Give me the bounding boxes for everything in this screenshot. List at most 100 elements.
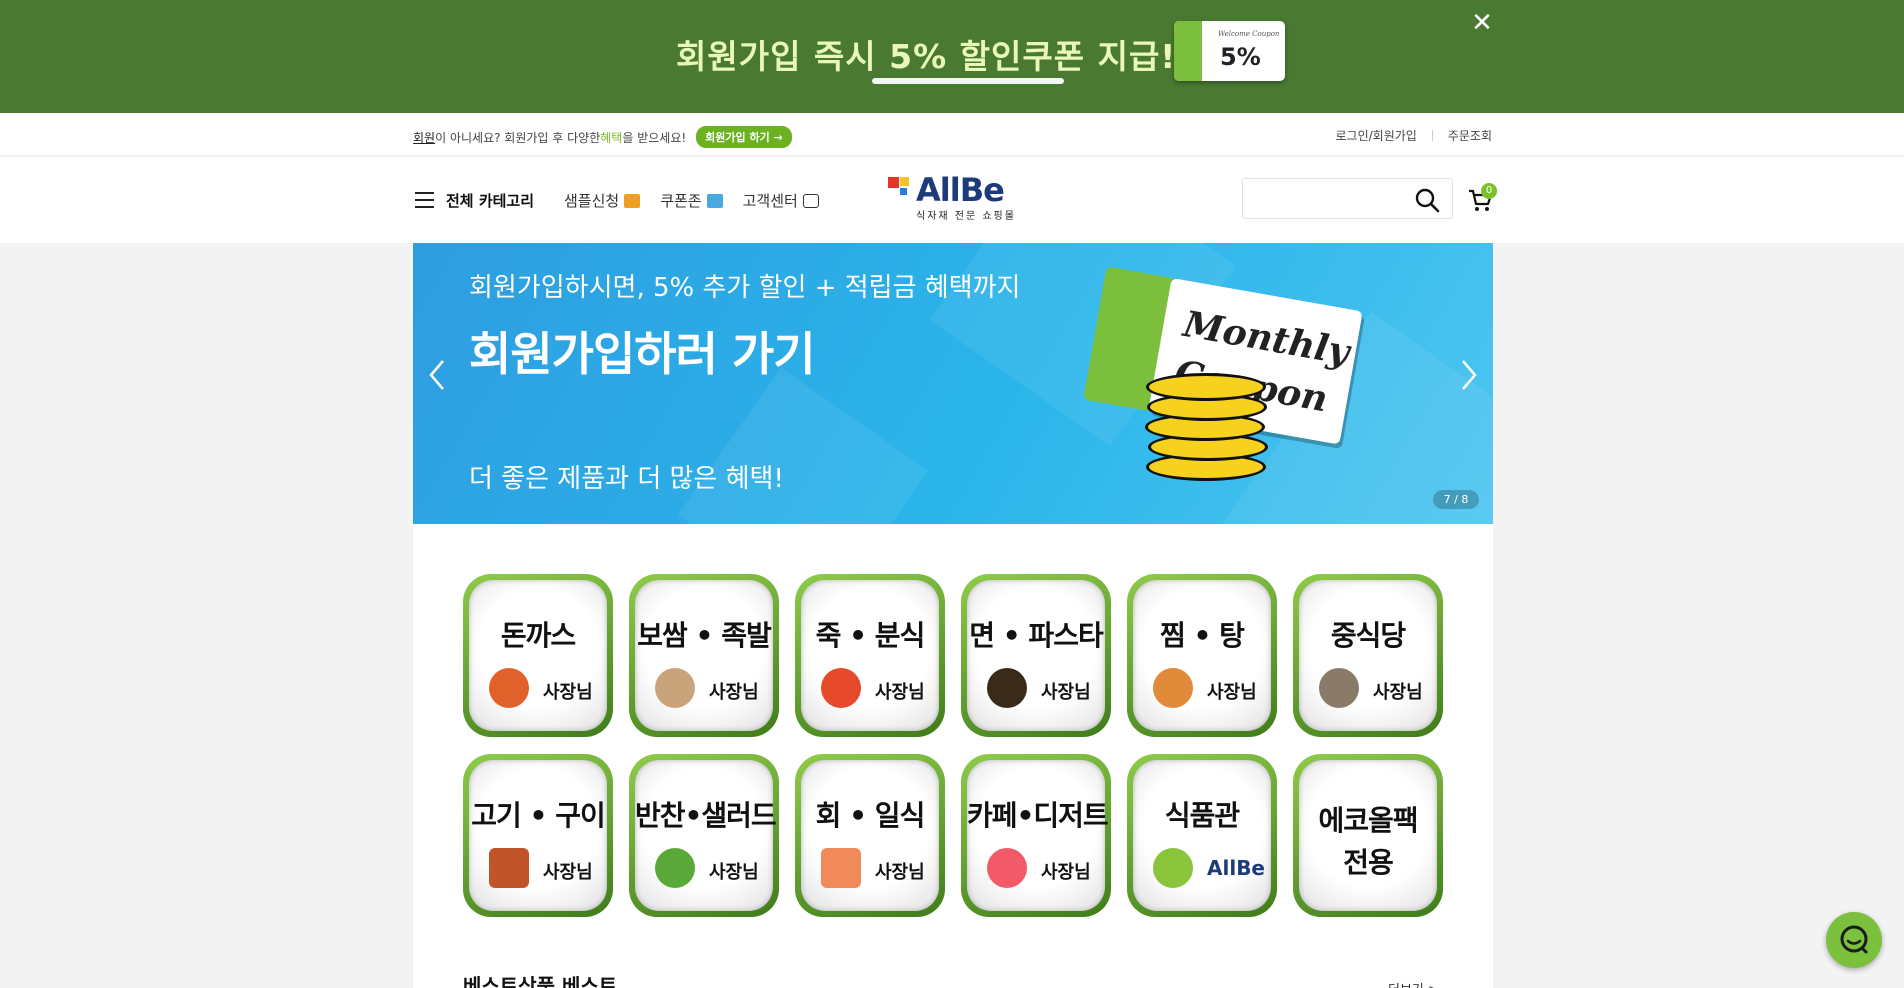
category-title-line: 전용 — [1343, 846, 1394, 879]
category-tile[interactable]: 돈까스 사장님 — [463, 574, 613, 737]
slide-counter: 7 / 8 — [1433, 490, 1479, 509]
search-icon[interactable] — [1414, 187, 1440, 213]
nav-label: 고객센터 — [742, 192, 798, 210]
more-link[interactable]: 더보기 > — [1388, 979, 1439, 988]
promo-text: 회원가입 즉시 5% 할인쿠폰 지급!!! — [676, 37, 1209, 76]
order-lookup-link[interactable]: 주문조회 — [1448, 127, 1492, 144]
category-sub: 사장님 — [875, 862, 925, 883]
category-title: 돈까스 — [500, 619, 576, 652]
category-sub: 사장님 — [709, 862, 759, 883]
food-icon — [655, 668, 695, 708]
chat-icon — [1840, 925, 1868, 954]
benefit-word: 혜택 — [600, 130, 623, 145]
close-icon[interactable]: ✕ — [1470, 10, 1494, 36]
login-link[interactable]: 로그인/회원가입 — [1336, 127, 1417, 144]
category-sub: 사장님 — [543, 682, 593, 703]
nav-label: 샘플신청 — [564, 192, 620, 210]
all-categories-button[interactable]: 전체 카테고리 — [446, 190, 534, 211]
category-title: 보쌈 • 족발 — [637, 619, 771, 652]
category-title: 고기 • 구이 — [471, 799, 605, 832]
category-tile[interactable]: 면 • 파스타 사장님 — [961, 574, 1111, 737]
logo-tagline: 식자재 전문 쇼핑몰 — [916, 211, 1016, 222]
promo-underline — [872, 78, 1064, 84]
food-icon — [1153, 668, 1193, 708]
notice-mid: 이 아니세요? 회원가입 후 다양한 — [435, 130, 601, 145]
category-grid: 돈까스 사장님 보쌈 • 족발 사장님 죽 • 분식 사장님 면 • 파스타 사… — [463, 574, 1443, 917]
category-tile[interactable]: 반찬•샐러드 사장님 — [629, 754, 779, 917]
category-title: 카페•디저트 — [967, 799, 1109, 832]
ticket-icon — [706, 193, 723, 208]
cart-count-badge: 0 — [1481, 183, 1497, 199]
chat-bubble-icon — [802, 193, 819, 208]
category-sub: 사장님 — [1373, 682, 1423, 703]
join-button[interactable]: 회원가입 하기 → — [696, 126, 792, 148]
category-title: 에코올팩 전용 — [1299, 800, 1437, 884]
site-logo[interactable]: AllBe 식자재 전문 쇼핑몰 — [888, 171, 1020, 223]
category-title: 죽 • 분식 — [815, 619, 926, 652]
nav-item-support[interactable]: 고객센터 — [743, 190, 819, 211]
category-sub: 사장님 — [1207, 682, 1257, 703]
category-sub: 사장님 — [709, 682, 759, 703]
category-tile[interactable]: 고기 • 구이 사장님 — [463, 754, 613, 917]
coupon-value: 5% — [1220, 43, 1261, 71]
main-header: 전체 카테고리 샘플신청 쿠폰존 고객센터 AllBe 식자재 전문 쇼핑몰 — [0, 157, 1904, 243]
main-nav: 샘플신청 쿠폰존 고객센터 — [564, 190, 819, 211]
gift-icon — [624, 193, 641, 208]
prev-arrow-icon[interactable] — [423, 355, 453, 395]
nav-item-coupon[interactable]: 쿠폰존 — [660, 190, 723, 211]
coupon-small-text: Welcome Coupon — [1218, 30, 1280, 38]
category-tile[interactable]: 회 • 일식 사장님 — [795, 754, 945, 917]
category-sub: 사장님 — [1041, 862, 1091, 883]
next-arrow-icon[interactable] — [1453, 355, 1483, 395]
search-box — [1242, 178, 1453, 219]
logo-mark — [900, 188, 907, 195]
category-title: 찜 • 탕 — [1160, 619, 1245, 652]
category-title: 회 • 일식 — [815, 799, 926, 832]
search-input[interactable] — [1251, 187, 1411, 211]
category-sub: 사장님 — [875, 682, 925, 703]
promo-banner[interactable]: 회원가입 즉시 5% 할인쿠폰 지급!!! Welcome Coupon 5% … — [0, 0, 1904, 113]
category-tile[interactable]: 죽 • 분식 사장님 — [795, 574, 945, 737]
food-icon — [655, 848, 695, 888]
category-sub: 사장님 — [543, 862, 593, 883]
coupon-stub — [1174, 21, 1202, 81]
food-icon — [987, 848, 1027, 888]
logo-mark — [888, 177, 899, 188]
logo-mark — [900, 177, 909, 186]
food-icon — [1153, 848, 1193, 888]
logo-text: AllBe — [916, 171, 1005, 209]
category-title: 반찬•샐러드 — [635, 799, 777, 832]
category-title-line: 에코올팩 — [1318, 804, 1418, 837]
nav-item-sample[interactable]: 샘플신청 — [564, 190, 641, 211]
category-title: 중식당 — [1330, 619, 1406, 652]
notice-end: 을 받으세요! — [622, 130, 687, 145]
category-tile[interactable]: 에코올팩 전용 — [1293, 754, 1443, 917]
floating-chat-button[interactable] — [1826, 912, 1882, 968]
hero-subtitle: 회원가입하시면, 5% 추가 할인 + 적립금 혜택까지 — [469, 273, 1021, 303]
food-icon — [821, 848, 861, 888]
main-content: 돈까스 사장님 보쌈 • 족발 사장님 죽 • 분식 사장님 면 • 파스타 사… — [413, 524, 1493, 988]
hero-title[interactable]: 회원가입하러 가기 — [469, 318, 816, 384]
coin — [1146, 373, 1266, 401]
utility-bar: 회원 이 아니세요? 회원가입 후 다양한 혜택 을 받으세요! 회원가입 하기… — [0, 113, 1904, 156]
food-icon — [1319, 668, 1359, 708]
category-tile[interactable]: 식품관 AllBe — [1127, 754, 1277, 917]
category-tile[interactable]: 찜 • 탕 사장님 — [1127, 574, 1277, 737]
category-tile[interactable]: 중식당 사장님 — [1293, 574, 1443, 737]
member-notice: 회원 이 아니세요? 회원가입 후 다양한 혜택 을 받으세요! 회원가입 하기… — [413, 126, 792, 148]
divider — [1431, 130, 1433, 141]
category-tile[interactable]: 카페•디저트 사장님 — [961, 754, 1111, 917]
allbe-logo: AllBe — [1207, 856, 1265, 880]
menu-icon[interactable] — [415, 192, 434, 208]
util-links: 로그인/회원가입 주문조회 — [1336, 127, 1493, 144]
category-tile[interactable]: 보쌈 • 족발 사장님 — [629, 574, 779, 737]
hero-slider[interactable]: 회원가입하시면, 5% 추가 할인 + 적립금 혜택까지 회원가입하러 가기 더… — [413, 243, 1493, 524]
nav-label: 쿠폰존 — [660, 192, 702, 210]
food-icon — [821, 668, 861, 708]
promo-coupon-graphic: Welcome Coupon 5% — [1174, 21, 1285, 81]
hero-bottom-text: 더 좋은 제품과 더 많은 혜택! — [469, 464, 784, 494]
category-sub: 사장님 — [1041, 682, 1091, 703]
food-icon — [987, 668, 1027, 708]
member-word: 회원 — [413, 130, 436, 145]
background-facet — [677, 367, 929, 524]
